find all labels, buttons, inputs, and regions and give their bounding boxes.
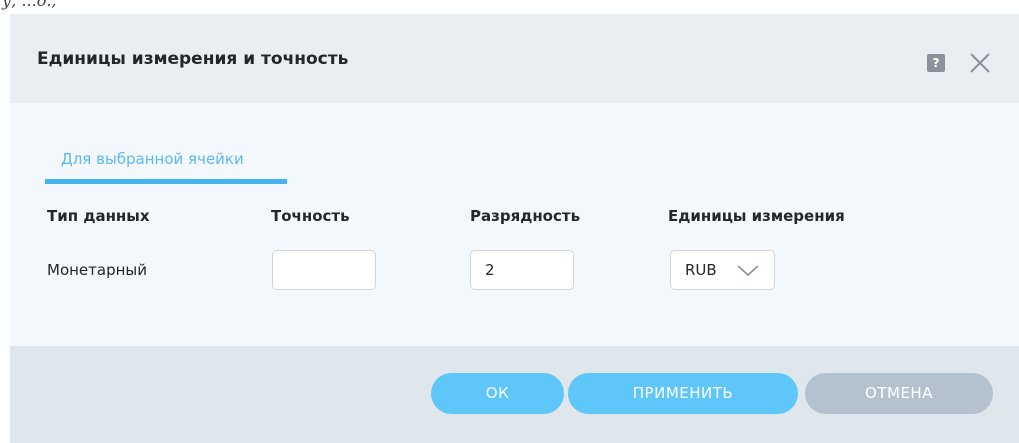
cancel-button[interactable]: ОТМЕНА [805, 373, 993, 414]
tab-active-indicator [45, 179, 287, 184]
units-select[interactable]: RUB [670, 250, 775, 290]
digits-input[interactable]: 2 [470, 250, 574, 290]
close-icon[interactable] [968, 51, 992, 75]
background-text-fragment: у, ...о., [2, 0, 57, 10]
dialog-footer: ОК ПРИМЕНИТЬ ОТМЕНА [10, 346, 1019, 443]
precision-input[interactable] [272, 250, 376, 290]
column-header-data-type: Тип данных [47, 207, 150, 225]
column-header-precision: Точность [271, 207, 350, 225]
column-header-units: Единицы измерения [668, 207, 845, 225]
help-icon[interactable]: ? [927, 54, 945, 72]
ok-button[interactable]: ОК [431, 373, 564, 414]
column-header-digits: Разрядность [470, 207, 581, 225]
units-select-value: RUB [685, 261, 717, 279]
tab-label: Для выбранной ячейки [61, 150, 244, 168]
apply-button[interactable]: ПРИМЕНИТЬ [568, 373, 798, 414]
units-precision-dialog: Единицы измерения и точность ? Для выбра… [10, 14, 1019, 443]
data-type-value: Монетарный [47, 261, 148, 279]
dialog-header: Единицы измерения и точность ? [10, 14, 1019, 103]
dialog-content: Для выбранной ячейки Тип данных Точность… [10, 103, 1019, 346]
dialog-title: Единицы измерения и точность [37, 49, 349, 69]
background-fragment: у, ...о., [0, 0, 1019, 14]
tab-selected-cell[interactable]: Для выбранной ячейки [45, 150, 287, 184]
chevron-down-icon [737, 265, 759, 277]
screen: у, ...о., Единицы измерения и точность ?… [0, 0, 1019, 443]
